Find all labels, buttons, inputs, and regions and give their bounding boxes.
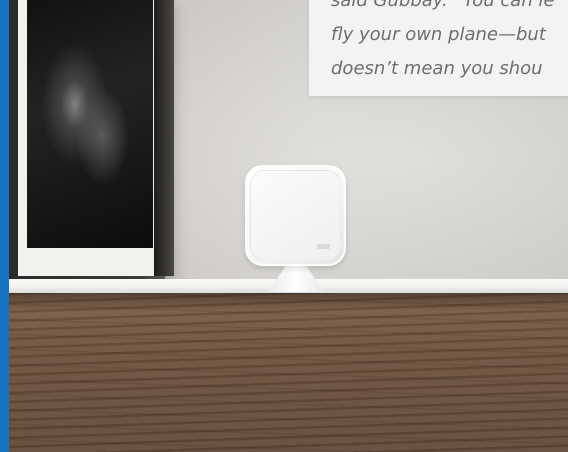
frame-edge bbox=[154, 0, 174, 276]
pull-quote: said Gubbay. “You can le fly your own pl… bbox=[331, 0, 568, 86]
wood-shelf-front bbox=[0, 293, 568, 452]
wall-sensor-device bbox=[245, 165, 346, 266]
pull-quote-line-2: fly your own plane—but bbox=[331, 24, 546, 45]
pull-quote-line-3: doesn’t mean you shou bbox=[331, 58, 543, 79]
accent-bar bbox=[0, 0, 9, 452]
sensor-face bbox=[250, 170, 341, 261]
pull-quote-line-1: said Gubbay. “You can le bbox=[331, 0, 555, 11]
frame-mat bbox=[18, 0, 161, 276]
shelf-shadow bbox=[0, 293, 568, 311]
pull-quote-card: said Gubbay. “You can le fly your own pl… bbox=[309, 0, 568, 96]
photo-scene: said Gubbay. “You can le fly your own pl… bbox=[0, 0, 568, 452]
picture-frame bbox=[9, 0, 174, 280]
framed-photo bbox=[27, 0, 153, 248]
sensor-logo bbox=[317, 244, 330, 249]
